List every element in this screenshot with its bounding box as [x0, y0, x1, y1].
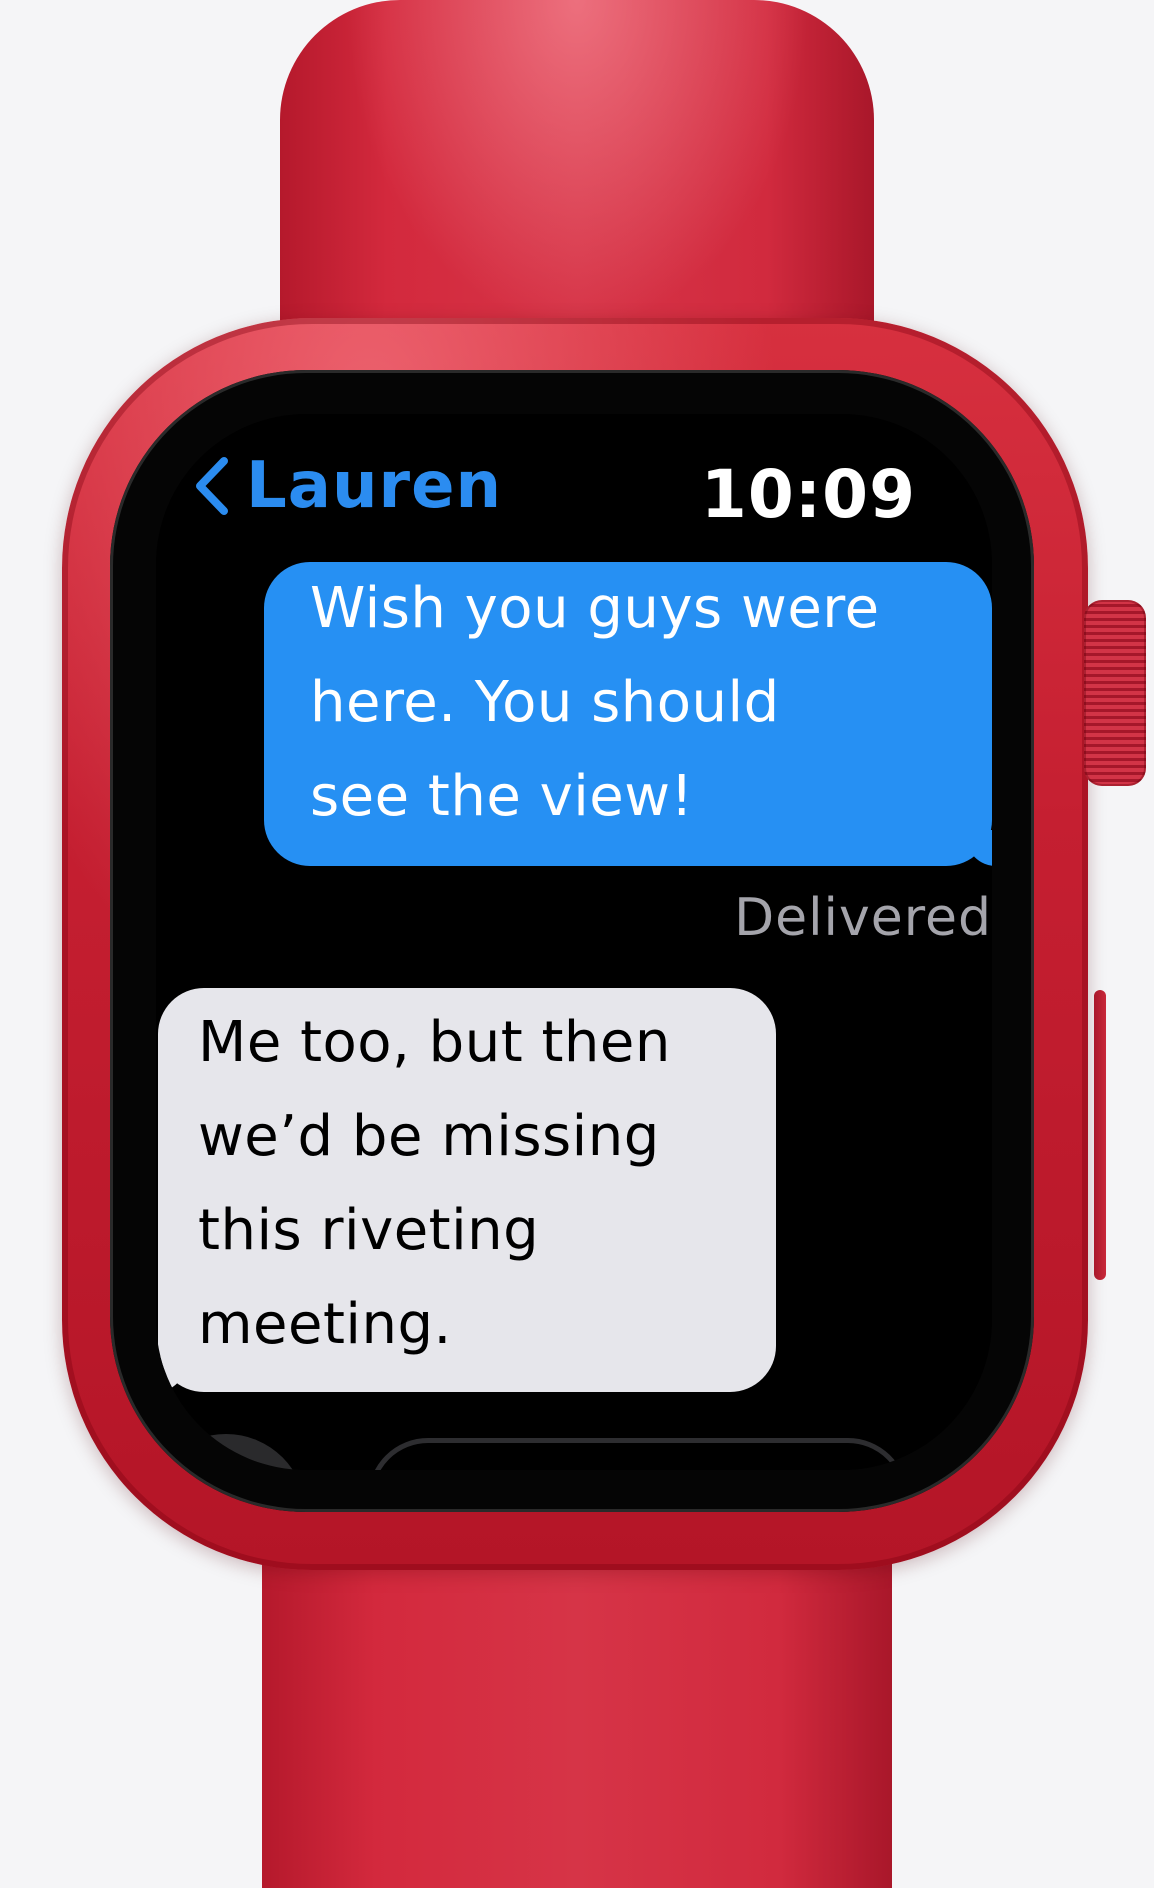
bubble-tail	[156, 1356, 186, 1392]
watch-screen: Lauren 10:09 Wish you guys were here. Yo…	[156, 414, 992, 1470]
contact-name: Lauren	[246, 449, 503, 523]
incoming-message-text: Me too, but then we’d be missing this ri…	[198, 1010, 671, 1357]
back-button[interactable]: Lauren	[192, 454, 502, 518]
chevron-left-icon	[196, 457, 228, 515]
bubble-tail	[966, 830, 992, 866]
delivery-status: Delivered	[734, 888, 992, 948]
clock-time: 10:09	[700, 456, 916, 533]
reply-field[interactable]	[368, 1438, 908, 1470]
side-button[interactable]	[1094, 990, 1106, 1280]
outgoing-message-text: Wish you guys were here. You should see …	[310, 576, 880, 829]
outgoing-message-bubble[interactable]: Wish you guys were here. You should see …	[264, 562, 992, 866]
incoming-message-bubble[interactable]: Me too, but then we’d be missing this ri…	[156, 988, 776, 1392]
digital-crown[interactable]	[1084, 600, 1146, 786]
